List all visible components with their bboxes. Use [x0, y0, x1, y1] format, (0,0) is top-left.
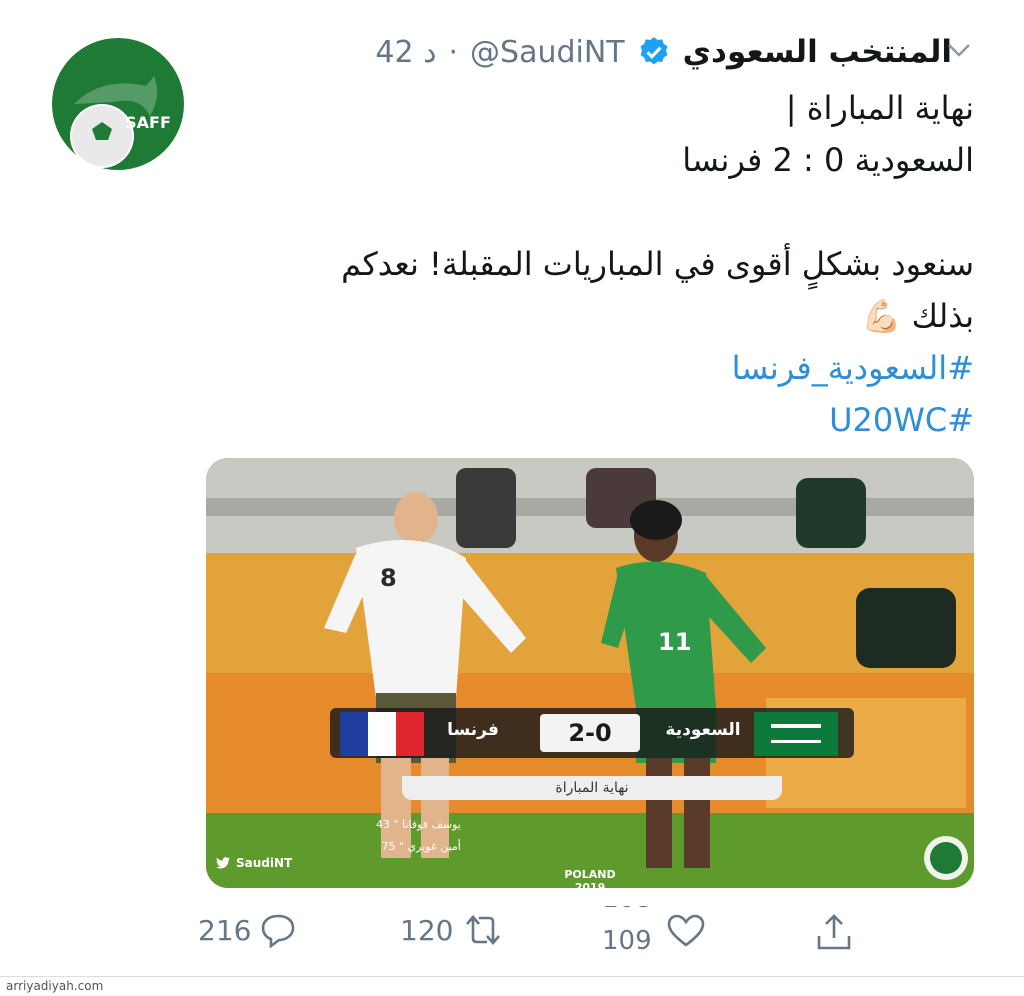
- scoreboard: فرنسا 2-0 السعودية: [330, 708, 854, 758]
- share-button[interactable]: [814, 912, 854, 952]
- like-count: 109: [602, 926, 652, 956]
- score: 2-0: [540, 714, 640, 752]
- share-icon: [817, 914, 851, 950]
- twitter-bird-icon: [216, 857, 230, 869]
- like-counter: 108 109: [602, 906, 658, 956]
- like-count-previous: 108: [602, 906, 652, 914]
- match-status: نهاية المباراة: [402, 776, 782, 800]
- display-name[interactable]: المنتخب السعودي: [683, 34, 952, 70]
- heart-icon: [667, 914, 705, 947]
- tweet-line: سنعود بشكلٍ أقوى في المباريات المقبلة! ن…: [341, 245, 974, 283]
- watermark-text: SaudiNT: [236, 856, 293, 870]
- saff-logo-icon: SAFF: [52, 38, 184, 170]
- team-saudi: السعودية: [665, 720, 741, 740]
- tweet-actions: 216 120 108 109: [0, 906, 1024, 966]
- jersey-number: 11: [658, 628, 692, 656]
- separator: ·: [448, 34, 459, 70]
- tweet-text: نهاية المباراة | السعودية 0 : 2 فرنسا سن…: [214, 82, 974, 446]
- source-watermark: arriyadiyah.com: [0, 976, 1024, 995]
- retweet-button[interactable]: 120: [400, 912, 505, 948]
- reply-icon: [262, 914, 295, 948]
- tweet-header: المنتخب السعودي @SaudiNT · 42 د: [375, 30, 952, 74]
- tournament-label: POLAND 2019: [564, 868, 616, 888]
- hashtag-link[interactable]: #السعودية_فرنسا: [214, 342, 974, 394]
- scorer: يوسف فوفانا " 43: [376, 818, 461, 831]
- match-photo: [206, 458, 974, 888]
- tweet-media-image[interactable]: 8 11 فرنسا 2-0 السعودية نهاية المباراة ي…: [206, 458, 974, 888]
- jersey-number: 8: [380, 564, 397, 592]
- watermark: SaudiNT: [216, 856, 292, 870]
- chevron-down-icon[interactable]: [946, 40, 972, 60]
- handle[interactable]: @SaudiNT: [470, 35, 625, 70]
- tweet-line: نهاية المباراة |: [785, 89, 974, 127]
- svg-text:SAFF: SAFF: [125, 113, 171, 132]
- scorer: أمين غويري " 75: [381, 840, 461, 853]
- verified-badge-icon: [640, 37, 668, 65]
- tweet-line: السعودية 0 : 2 فرنسا: [682, 141, 974, 179]
- scorers-list: يوسف فوفانا " 43 أمين غويري " 75: [376, 814, 461, 858]
- hashtag-link[interactable]: #U20WC: [214, 394, 974, 446]
- retweet-count: 120: [400, 913, 454, 947]
- like-button[interactable]: 108 109: [602, 906, 706, 956]
- retweet-icon: [466, 915, 501, 945]
- tweet-line: بذلك 💪🏻: [861, 297, 974, 335]
- team-france: فرنسا: [447, 720, 499, 740]
- timestamp[interactable]: 42 د: [375, 35, 436, 70]
- reply-button[interactable]: 216: [198, 912, 297, 948]
- avatar[interactable]: SAFF: [50, 36, 186, 172]
- reply-count: 216: [198, 913, 252, 947]
